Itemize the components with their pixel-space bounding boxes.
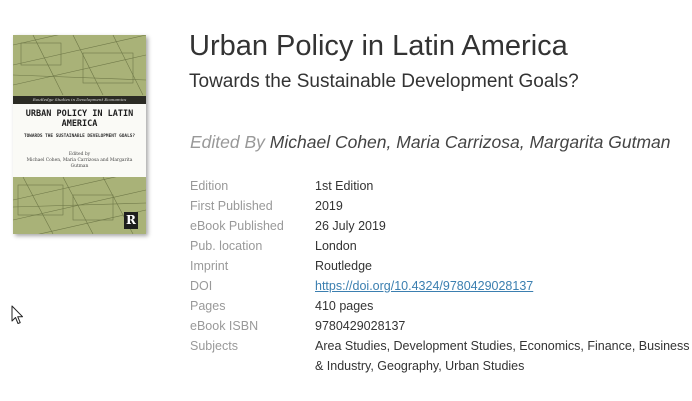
detail-row-subjects: Subjects Area Studies, Development Studi… — [190, 336, 690, 376]
book-editors: Edited By Michael Cohen, Maria Carrizosa… — [190, 132, 671, 153]
book-cover-image[interactable]: Routledge Studies in Development Economi… — [13, 35, 146, 234]
detail-label: Subjects — [190, 339, 238, 353]
edited-by-label: Edited By — [190, 132, 265, 152]
editor-names: Michael Cohen, Maria Carrizosa, Margarit… — [269, 132, 671, 152]
detail-value: 26 July 2019 — [315, 219, 386, 233]
detail-label: eBook Published — [190, 219, 284, 233]
detail-row-ebook-isbn: eBook ISBN 9780429028137 — [190, 316, 690, 336]
detail-label: eBook ISBN — [190, 319, 259, 333]
detail-value: Area Studies, Development Studies, Econo… — [315, 339, 690, 373]
detail-value: Routledge — [315, 259, 372, 273]
detail-row-pages: Pages 410 pages — [190, 296, 690, 316]
detail-value: 9780429028137 — [315, 319, 406, 333]
detail-label: Edition — [190, 179, 229, 193]
cover-title: URBAN POLICY IN LATIN AMERICA — [25, 109, 134, 129]
detail-row-first-published: First Published 2019 — [190, 196, 690, 216]
detail-value: 2019 — [315, 199, 343, 213]
mouse-pointer-icon — [11, 305, 23, 324]
detail-row-edition: Edition 1st Edition — [190, 176, 690, 196]
detail-value: 1st Edition — [315, 179, 374, 193]
detail-label: Pages — [190, 299, 226, 313]
book-details: Edition 1st Edition First Published 2019… — [190, 176, 690, 376]
doi-link[interactable]: https://doi.org/10.4324/9780429028137 — [315, 279, 533, 293]
detail-value: 410 pages — [315, 299, 374, 313]
cover-editor-names: Michael Cohen, Maria Carrizosa and Marga… — [26, 158, 133, 169]
book-title: Urban Policy in Latin America — [189, 30, 568, 62]
detail-value: London — [315, 239, 357, 253]
publisher-logo-icon: R — [124, 212, 138, 229]
detail-label: Imprint — [190, 259, 229, 273]
cover-subtitle: TOWARDS THE SUSTAINABLE DEVELOPMENT GOAL… — [23, 134, 136, 139]
detail-label: First Published — [190, 199, 273, 213]
detail-row-doi: DOI https://doi.org/10.4324/978042902813… — [190, 276, 690, 296]
detail-row-ebook-published: eBook Published 26 July 2019 — [190, 216, 690, 236]
cover-series-label: Routledge Studies in Development Economi… — [32, 97, 127, 102]
detail-label: Pub. location — [190, 239, 263, 253]
cover-editors: Edited by Michael Cohen, Maria Carrizosa… — [21, 152, 138, 170]
detail-label: DOI — [190, 279, 213, 293]
book-subtitle: Towards the Sustainable Development Goal… — [189, 71, 579, 92]
detail-row-imprint: Imprint Routledge — [190, 256, 690, 276]
detail-row-pub-location: Pub. location London — [190, 236, 690, 256]
